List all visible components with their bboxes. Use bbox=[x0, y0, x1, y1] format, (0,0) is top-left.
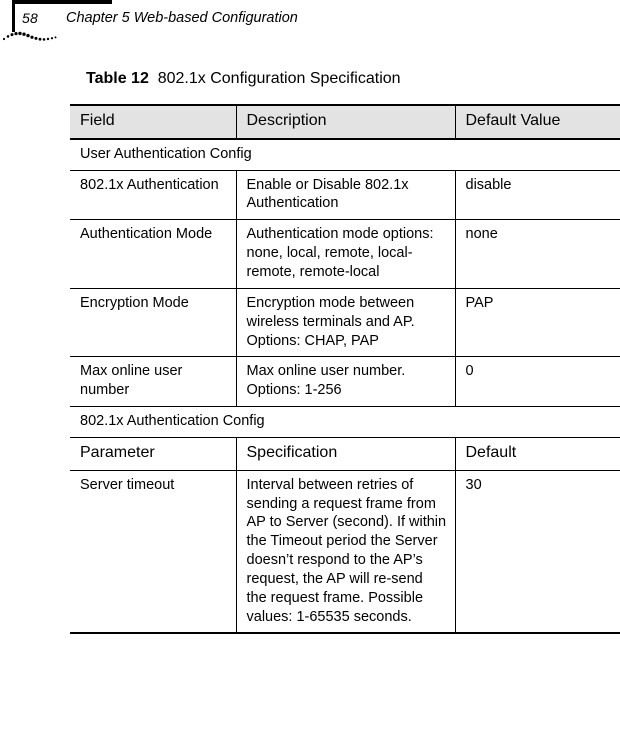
table-row: 802.1x Authentication Enable or Disable … bbox=[70, 169, 620, 220]
cell-description: Authentication mode options: none, local… bbox=[235, 219, 455, 289]
cell-specification: Interval between retries of sending a re… bbox=[235, 469, 455, 635]
table-caption-text: 802.1x Configuration Specification bbox=[157, 70, 401, 87]
header-rule-top bbox=[12, 0, 112, 4]
table-row: Authentication Mode Authentication mode … bbox=[70, 219, 620, 289]
cell-field: Max online user number bbox=[70, 356, 236, 407]
column-header-default: Default bbox=[454, 436, 620, 471]
configuration-specification-table: Field Description Default Value User Aut… bbox=[70, 104, 620, 635]
section-title-user-authentication-config: User Authentication Config bbox=[70, 137, 620, 171]
cell-default: none bbox=[454, 219, 620, 289]
table-header-row-block1: Field Description Default Value bbox=[70, 104, 620, 139]
table-caption: Table 12 802.1x Configuration Specificat… bbox=[86, 70, 401, 88]
table-row: Server timeout Interval between retries … bbox=[70, 469, 620, 635]
page-running-header: 58 Chapter 5 Web-based Configuration bbox=[0, 0, 620, 48]
cell-field: Encryption Mode bbox=[70, 287, 236, 357]
column-header-default-value: Default Value bbox=[454, 104, 620, 139]
table-header-row-block2: Parameter Specification Default bbox=[70, 436, 620, 471]
dotted-wave-ornament-icon bbox=[2, 31, 57, 41]
page-number: 58 bbox=[22, 10, 38, 26]
cell-description: Max online user number. Options: 1-256 bbox=[235, 356, 455, 407]
column-header-field: Field bbox=[70, 104, 236, 139]
cell-field: 802.1x Authentication bbox=[70, 169, 236, 220]
cell-description: Encryption mode between wireless termina… bbox=[235, 287, 455, 357]
section-title-row-8021x-auth: 802.1x Authentication Config bbox=[70, 406, 620, 438]
cell-parameter: Server timeout bbox=[70, 469, 236, 635]
column-header-specification: Specification bbox=[235, 436, 455, 471]
table-row: Max online user number Max online user n… bbox=[70, 356, 620, 407]
cell-description: Enable or Disable 802.1x Authentication bbox=[235, 169, 455, 220]
cell-field: Authentication Mode bbox=[70, 219, 236, 289]
section-title-row-user-auth: User Authentication Config bbox=[70, 137, 620, 171]
cell-default: 0 bbox=[454, 356, 620, 407]
column-header-description: Description bbox=[235, 104, 455, 139]
table-row: Encryption Mode Encryption mode between … bbox=[70, 287, 620, 357]
column-header-parameter: Parameter bbox=[70, 436, 236, 471]
cell-default: 30 bbox=[454, 469, 620, 635]
section-title-8021x-authentication-config: 802.1x Authentication Config bbox=[70, 406, 620, 438]
table-caption-label: Table 12 bbox=[86, 70, 149, 87]
chapter-title: Chapter 5 Web-based Configuration bbox=[66, 10, 298, 26]
cell-default: disable bbox=[454, 169, 620, 220]
cell-default: PAP bbox=[454, 287, 620, 357]
